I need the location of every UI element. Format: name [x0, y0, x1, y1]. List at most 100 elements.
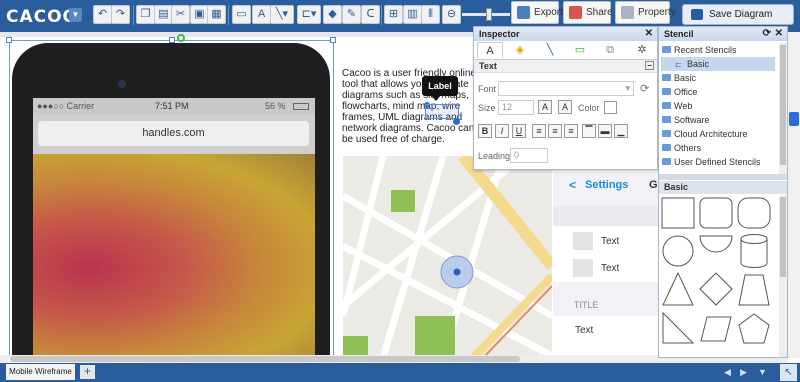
shape-icon[interactable]: ▭	[232, 5, 251, 24]
share-button[interactable]: Share	[563, 1, 613, 24]
line-tool-icon[interactable]: ╲▾	[270, 5, 294, 24]
selection-handle[interactable]	[453, 118, 460, 125]
resize-handle[interactable]	[330, 37, 336, 43]
url-bar[interactable]: handles.com	[38, 121, 309, 146]
export-button[interactable]: Export	[511, 1, 563, 24]
redo-icon[interactable]: ↷	[111, 5, 130, 24]
pointer-mode-icon[interactable]: ↖	[780, 364, 797, 381]
refresh-icon[interactable]: ⟳	[640, 82, 649, 95]
resize-handle[interactable]	[6, 37, 12, 43]
connector-tool-icon[interactable]: ⊏▾	[297, 5, 321, 24]
battery-text: 56 %	[265, 101, 286, 111]
stencil-tree-item[interactable]: ⊏ Basic	[661, 57, 775, 71]
cylinder-shape	[740, 234, 768, 268]
stencil-tree-item[interactable]: Web	[659, 99, 781, 113]
stencil-tree-item[interactable]: Others	[659, 141, 781, 155]
collapse-icon[interactable]: −	[645, 61, 654, 70]
image-icon[interactable]: ▦	[207, 5, 226, 24]
folder-icon	[662, 88, 671, 95]
chevron-right-icon[interactable]: ▶	[740, 367, 747, 378]
cut-icon[interactable]: ✂	[171, 5, 190, 24]
export-icon	[517, 6, 530, 19]
copy-icon[interactable]: ❐	[136, 5, 155, 24]
back-chevron-icon[interactable]: <	[569, 178, 576, 192]
font-grow-icon[interactable]: A	[538, 100, 552, 114]
valign-bottom-icon[interactable]: ▁	[614, 124, 628, 138]
align-right-icon[interactable]: ≡	[564, 124, 578, 138]
stencil-tree-item[interactable]: Cloud Architecture	[659, 127, 781, 141]
tab-fill-icon[interactable]: ◈	[507, 42, 533, 58]
curve-icon[interactable]: ᑕ	[361, 5, 380, 24]
tab-text-icon[interactable]: A	[477, 42, 503, 58]
tab-arrange-icon[interactable]: ⧉	[597, 42, 623, 58]
chevron-down-icon[interactable]: ▼	[758, 367, 767, 377]
app-menu-dropdown[interactable]: ▼	[69, 8, 82, 22]
scroll-thumb[interactable]	[780, 45, 786, 165]
tab-settings-icon[interactable]: ✲	[629, 42, 655, 58]
tree-scrollbar[interactable]	[779, 43, 787, 178]
close-icon[interactable]: ✕	[645, 27, 653, 41]
stencil-tree-item[interactable]: User Defined Stencils	[659, 155, 781, 169]
stencil-tree-item[interactable]: Office	[659, 85, 781, 99]
italic-icon[interactable]: I	[495, 124, 509, 138]
stencil-tree-item[interactable]: Basic	[659, 71, 781, 85]
valign-middle-icon[interactable]: ▬	[598, 124, 612, 138]
map-image[interactable]	[343, 156, 552, 358]
text-tool-icon[interactable]: A	[252, 5, 271, 24]
arrange-icon[interactable]: ⊞	[384, 5, 403, 24]
resize-handle[interactable]	[169, 37, 175, 43]
text-section-header[interactable]: Text −	[474, 60, 657, 73]
tab-shadow-icon[interactable]: ▭	[567, 42, 593, 58]
color-swatch[interactable]	[604, 101, 617, 114]
zoom-slider-handle[interactable]	[486, 8, 492, 21]
font-label: Font	[478, 84, 497, 94]
save-diagram-button[interactable]: Save Diagram	[682, 4, 794, 25]
bold-icon[interactable]: B	[478, 124, 492, 138]
scroll-marker[interactable]	[789, 112, 799, 126]
stencil-header[interactable]: Stencil ⟳ ✕	[659, 27, 787, 41]
right-triangle-shape	[662, 311, 695, 344]
fill-icon[interactable]: ◆	[323, 5, 342, 24]
leading-input[interactable]: 0	[510, 148, 548, 163]
list-item[interactable]: Text	[601, 236, 619, 247]
pen-icon[interactable]: ✎	[342, 5, 361, 24]
rotate-handle[interactable]	[177, 34, 185, 42]
undo-icon[interactable]: ↶	[93, 5, 112, 24]
tab-mobile-wireframe[interactable]: Mobile Wireframe	[6, 364, 75, 380]
refresh-icon[interactable]: ⟳	[763, 27, 771, 41]
canvas-vertical-scrollbar[interactable]	[788, 32, 800, 358]
stencil-tree-item[interactable]: Software	[659, 113, 781, 127]
valign-top-icon[interactable]: ▔	[582, 124, 596, 138]
add-sheet-button[interactable]: +	[80, 365, 95, 379]
chevron-left-icon[interactable]: ◀	[724, 367, 731, 378]
underline-icon[interactable]: U	[512, 124, 526, 138]
palette-scrollbar[interactable]	[779, 195, 787, 357]
list-item-icon	[573, 232, 593, 250]
section-title: TITLE	[574, 300, 599, 310]
scroll-thumb[interactable]	[780, 197, 786, 277]
inspector-title: Inspector	[479, 29, 520, 39]
half-circle-shape	[699, 235, 733, 253]
folder-icon	[662, 46, 671, 53]
zoom-out-icon[interactable]: ⊖	[442, 5, 461, 24]
shape-palette[interactable]	[659, 195, 779, 359]
property-button[interactable]: Property	[615, 1, 676, 24]
settings-mockup[interactable]: < Settings G Text Text TITLE Text	[553, 172, 663, 358]
list-item[interactable]: Text	[575, 325, 593, 336]
align-left-icon[interactable]: ≡	[532, 124, 546, 138]
tab-line-icon[interactable]: ╲	[537, 42, 563, 58]
stencil-tree-item[interactable]: Recent Stencils	[659, 43, 781, 57]
close-icon[interactable]: ✕	[775, 27, 783, 41]
align-icon[interactable]: ⫴	[421, 5, 440, 24]
align-center-icon[interactable]: ≡	[548, 124, 562, 138]
font-select[interactable]: ▾	[498, 81, 634, 96]
folder-icon	[662, 130, 671, 137]
size-input[interactable]: 12	[498, 100, 534, 115]
scroll-thumb[interactable]	[10, 356, 520, 362]
layout-icon[interactable]: ▥	[403, 5, 422, 24]
panel-splitter[interactable]	[659, 174, 787, 180]
list-item[interactable]: Text	[601, 263, 619, 274]
settings-back-label[interactable]: Settings	[585, 179, 628, 191]
font-shrink-icon[interactable]: A	[558, 100, 572, 114]
inspector-header[interactable]: Inspector ✕	[474, 27, 657, 41]
